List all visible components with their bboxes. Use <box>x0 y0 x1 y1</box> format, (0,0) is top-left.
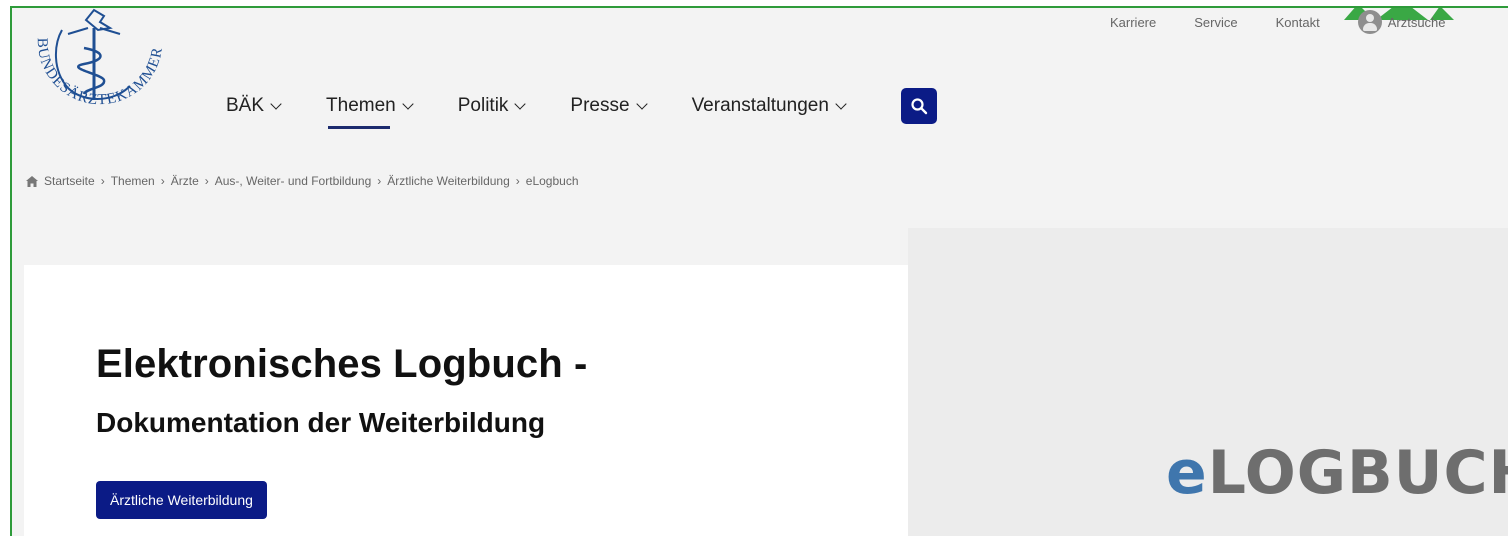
chevron-down-icon <box>514 98 527 110</box>
utility-link-arztsuche[interactable]: Arztsuche <box>1357 10 1446 34</box>
breadcrumb-startseite[interactable]: Startseite <box>44 174 95 188</box>
nav-label: Themen <box>326 95 396 116</box>
bundesaerztekammer-logo[interactable]: BUNDESÄRZTEKAMMER <box>24 8 174 128</box>
utility-link-kontakt[interactable]: Kontakt <box>1276 15 1320 30</box>
chevron-down-icon <box>270 98 282 110</box>
search-button[interactable] <box>900 88 937 124</box>
breadcrumb-themen[interactable]: Themen <box>111 174 155 188</box>
utility-nav: Karriere Service Kontakt Arztsuche <box>1110 10 1446 34</box>
svg-text:BUNDESÄRZTEKAMMER: BUNDESÄRZTEKAMMER <box>34 38 166 109</box>
nav-label: Presse <box>570 95 630 116</box>
breadcrumb-separator: › <box>204 174 209 188</box>
breadcrumb: Startseite › Themen › Ärzte › Aus-, Weit… <box>26 174 579 188</box>
elogbuch-logo-text: LOGBUCH <box>1207 438 1508 508</box>
page-subtitle: Dokumentation der Weiterbildung <box>96 407 546 438</box>
hero-image: eLOGBUCH <box>908 228 1508 536</box>
breadcrumb-separator: › <box>100 174 105 188</box>
aerztliche-weiterbildung-button[interactable]: Ärztliche Weiterbildung <box>96 481 267 519</box>
elogbuch-logo: eLOGBUCH <box>1166 438 1508 508</box>
nav-item-veranstaltungen[interactable]: Veranstaltungen <box>691 91 847 121</box>
chevron-down-icon <box>835 98 847 110</box>
breadcrumb-current: eLogbuch <box>525 174 579 188</box>
logo-text: BUNDESÄRZTEKAMMER <box>34 38 165 109</box>
home-icon[interactable] <box>26 175 38 187</box>
main-nav: BÄK Themen Politik Presse Veranstaltunge… <box>226 88 937 129</box>
utility-link-karriere[interactable]: Karriere <box>1110 15 1156 30</box>
person-icon <box>1357 10 1382 34</box>
nav-label: Politik <box>457 95 509 116</box>
breadcrumb-separator: › <box>377 174 382 188</box>
page-title: Elektronisches Logbuch - <box>96 342 588 386</box>
nav-label: Veranstaltungen <box>691 95 829 116</box>
elogbuch-logo-e: e <box>1166 438 1208 508</box>
chevron-down-icon <box>635 98 648 110</box>
breadcrumb-aerzte[interactable]: Ärzte <box>171 174 199 188</box>
breadcrumb-separator: › <box>515 174 520 188</box>
arztsuche-label: Arztsuche <box>1387 14 1446 30</box>
nav-item-presse[interactable]: Presse <box>570 91 648 121</box>
nav-item-baek[interactable]: BÄK <box>226 91 282 121</box>
nav-item-themen[interactable]: Themen <box>326 91 414 129</box>
nav-item-politik[interactable]: Politik <box>457 91 527 121</box>
nav-label: BÄK <box>226 95 265 116</box>
page-frame: BUNDESÄRZTEKAMMER Karriere Service Konta… <box>10 6 1508 536</box>
breadcrumb-aerztliche-weiterbildung[interactable]: Ärztliche Weiterbildung <box>387 174 510 188</box>
content-card: Elektronisches Logbuch - Dokumentation d… <box>24 265 908 536</box>
search-icon <box>911 98 928 115</box>
breadcrumb-aus-weiter-fortbildung[interactable]: Aus-, Weiter- und Fortbildung <box>215 174 372 188</box>
chevron-down-icon <box>402 98 414 110</box>
breadcrumb-separator: › <box>160 174 165 188</box>
utility-link-service[interactable]: Service <box>1194 15 1237 30</box>
